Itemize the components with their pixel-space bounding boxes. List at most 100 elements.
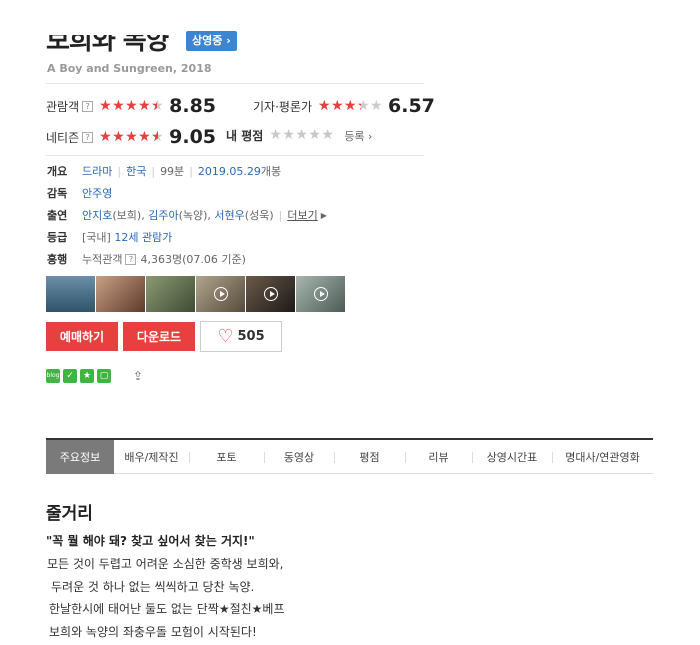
release-date-link[interactable]: 2019.05.29 <box>198 165 261 178</box>
actor-role: (녹양) <box>178 209 208 222</box>
actor-link[interactable]: 안지호 <box>82 207 112 223</box>
chevron-right-icon: ▶ <box>320 210 327 220</box>
cafe-share-icon[interactable]: ✓ <box>63 369 77 383</box>
download-button[interactable]: 다운로드 <box>123 322 195 351</box>
star-icon: ★★ <box>138 129 151 145</box>
boxoffice-key: 흥행 <box>47 253 68 266</box>
my-rating-register-link[interactable]: 등록 › <box>344 128 372 144</box>
story-line: 모든 것이 두렵고 어려운 소심한 중학생 보희와, <box>47 557 284 571</box>
boxoffice-label: 누적관객 <box>82 253 123 266</box>
actor-link[interactable]: 서현우 <box>214 207 244 223</box>
tab-showtimes[interactable]: 상영시간표 <box>472 440 552 474</box>
comma: , <box>141 208 149 222</box>
help-icon[interactable]: ? <box>82 100 94 112</box>
grade-link[interactable]: 12세 관람가 <box>114 229 172 245</box>
netizen-rating: 네티즌 ? ★ ★ ★ ★ ★ ★ ★ ★ ★ ★ 9.05 <box>46 126 216 148</box>
story-line: 두려운 것 하나 없는 씩씩하고 당찬 녹양. <box>51 580 255 594</box>
actor-role: (성욱) <box>244 209 274 222</box>
video-thumbnail[interactable] <box>296 276 345 312</box>
separator: | <box>189 164 193 178</box>
photo-thumbnail[interactable] <box>46 276 95 312</box>
heart-icon: ♡ <box>217 325 234 347</box>
star-icon: ★ <box>282 128 295 143</box>
my-rating-stars[interactable]: ★ ★ ★ ★ ★ <box>269 128 334 143</box>
runtime: 99분 <box>160 165 185 178</box>
grade-key: 등급 <box>47 231 68 244</box>
star-fill: ★ <box>344 98 357 114</box>
play-icon <box>263 287 278 301</box>
tab-quotes-related[interactable]: 명대사/연관영화 <box>552 440 653 474</box>
star-fill: ★ <box>125 129 138 145</box>
star-icon: ★★ <box>125 129 138 145</box>
status-badge[interactable]: 상영중 › <box>186 31 237 51</box>
director-key: 감독 <box>47 187 68 200</box>
audience-rating: 관람객 ? ★★★★★★★★★★ 8.85 <box>46 95 216 117</box>
star-fill: ★ <box>331 98 344 114</box>
separator: | <box>278 208 283 222</box>
genre-link[interactable]: 드라마 <box>82 163 112 179</box>
star-fill: ★ <box>318 98 331 114</box>
director-link[interactable]: 안주영 <box>82 185 112 201</box>
tab-review[interactable]: 리뷰 <box>405 440 472 474</box>
tab-video[interactable]: 동영상 <box>264 440 334 474</box>
star-icon: ★ <box>269 128 282 143</box>
critic-rating: 기자·평론가 ★★★★★★★★★ 6.57 <box>253 95 435 117</box>
star-fill: ★ <box>357 99 361 114</box>
overview-key: 개요 <box>47 165 68 178</box>
country-link[interactable]: 한국 <box>126 163 146 179</box>
photo-thumbnail[interactable] <box>96 276 145 312</box>
reserve-button[interactable]: 예매하기 <box>46 322 118 351</box>
bookmark-star-icon[interactable]: ★ <box>80 369 94 383</box>
help-icon[interactable]: ? <box>82 131 94 143</box>
star-fill: ★ <box>99 98 112 114</box>
star-icon: ★★ <box>112 129 125 145</box>
star-icon: ★★ <box>112 98 125 114</box>
tab-main-info[interactable]: 주요정보 <box>46 440 114 474</box>
video-thumbnail[interactable] <box>246 276 295 312</box>
star-icon: ★★ <box>331 98 344 114</box>
star-icon: ★★ <box>344 98 357 114</box>
like-count: 505 <box>237 329 265 344</box>
star-icon: ★★ <box>99 129 112 145</box>
memo-share-icon[interactable]: ▢ <box>97 369 111 383</box>
video-thumbnail[interactable] <box>196 276 245 312</box>
help-icon[interactable]: ? <box>125 253 137 265</box>
star-icon: ★ <box>321 128 334 143</box>
audience-rating-label: 관람객 <box>46 99 80 114</box>
play-icon <box>313 287 328 301</box>
star-fill: ★ <box>151 129 158 145</box>
critic-rating-label: 기자·평론가 <box>253 99 313 114</box>
separator: | <box>151 164 156 178</box>
star-icon: ★★ <box>318 98 331 114</box>
share-icon[interactable]: ⇪ <box>133 369 148 383</box>
critic-stars: ★★★★★★★★★ <box>318 99 383 114</box>
my-rating-label: 내 평점 <box>226 129 264 143</box>
photo-thumbnail[interactable] <box>146 276 195 312</box>
like-button[interactable]: ♡ 505 <box>200 321 282 352</box>
my-rating: 내 평점 ★ ★ ★ ★ ★ 등록 › <box>226 127 372 144</box>
movie-subtitle: A Boy and Sungreen, 2018 <box>47 62 212 75</box>
blog-share-icon[interactable]: blog <box>46 369 60 383</box>
star-icon: ★★ <box>125 98 138 114</box>
star-fill: ★ <box>151 99 157 114</box>
divider <box>46 83 424 84</box>
tab-rating[interactable]: 평점 <box>334 440 405 474</box>
sns-share-group: blog ✓ ★ ▢ <box>46 369 111 383</box>
star-icon: ★★ <box>357 98 370 114</box>
tab-cast-crew[interactable]: 배우/제작진 <box>114 440 189 474</box>
overview-row: 개요 드라마 | 한국 | 99분 | 2019.05.29 개봉 <box>47 163 281 179</box>
netizen-stars: ★ ★ ★ ★ ★ ★ ★ ★ ★ ★ <box>99 130 164 145</box>
more-cast-link[interactable]: 더보기 <box>287 207 317 223</box>
tab-photo[interactable]: 포토 <box>189 440 264 474</box>
star-icon: ★★ <box>151 129 164 145</box>
star-fill: ★ <box>138 98 151 114</box>
movie-title-row: 보희와 녹양 <box>46 22 169 56</box>
star-icon: ★ <box>295 128 308 143</box>
cast-row: 출연 안지호 (보희), 김주아 (녹양), 서현우 (성욱) | 더보기 ▶ <box>47 207 327 223</box>
release-suffix: 개봉 <box>260 165 282 178</box>
actor-link[interactable]: 김주아 <box>148 207 178 223</box>
star-icon: ★ <box>370 98 383 114</box>
star-fill: ★ <box>112 129 125 145</box>
story-line: 보희와 녹양의 좌충우돌 모험이 시작된다! <box>49 625 257 639</box>
story-tagline: "꼭 뭘 해야 돼? 찾고 싶어서 찾는 거지!" <box>46 534 255 548</box>
